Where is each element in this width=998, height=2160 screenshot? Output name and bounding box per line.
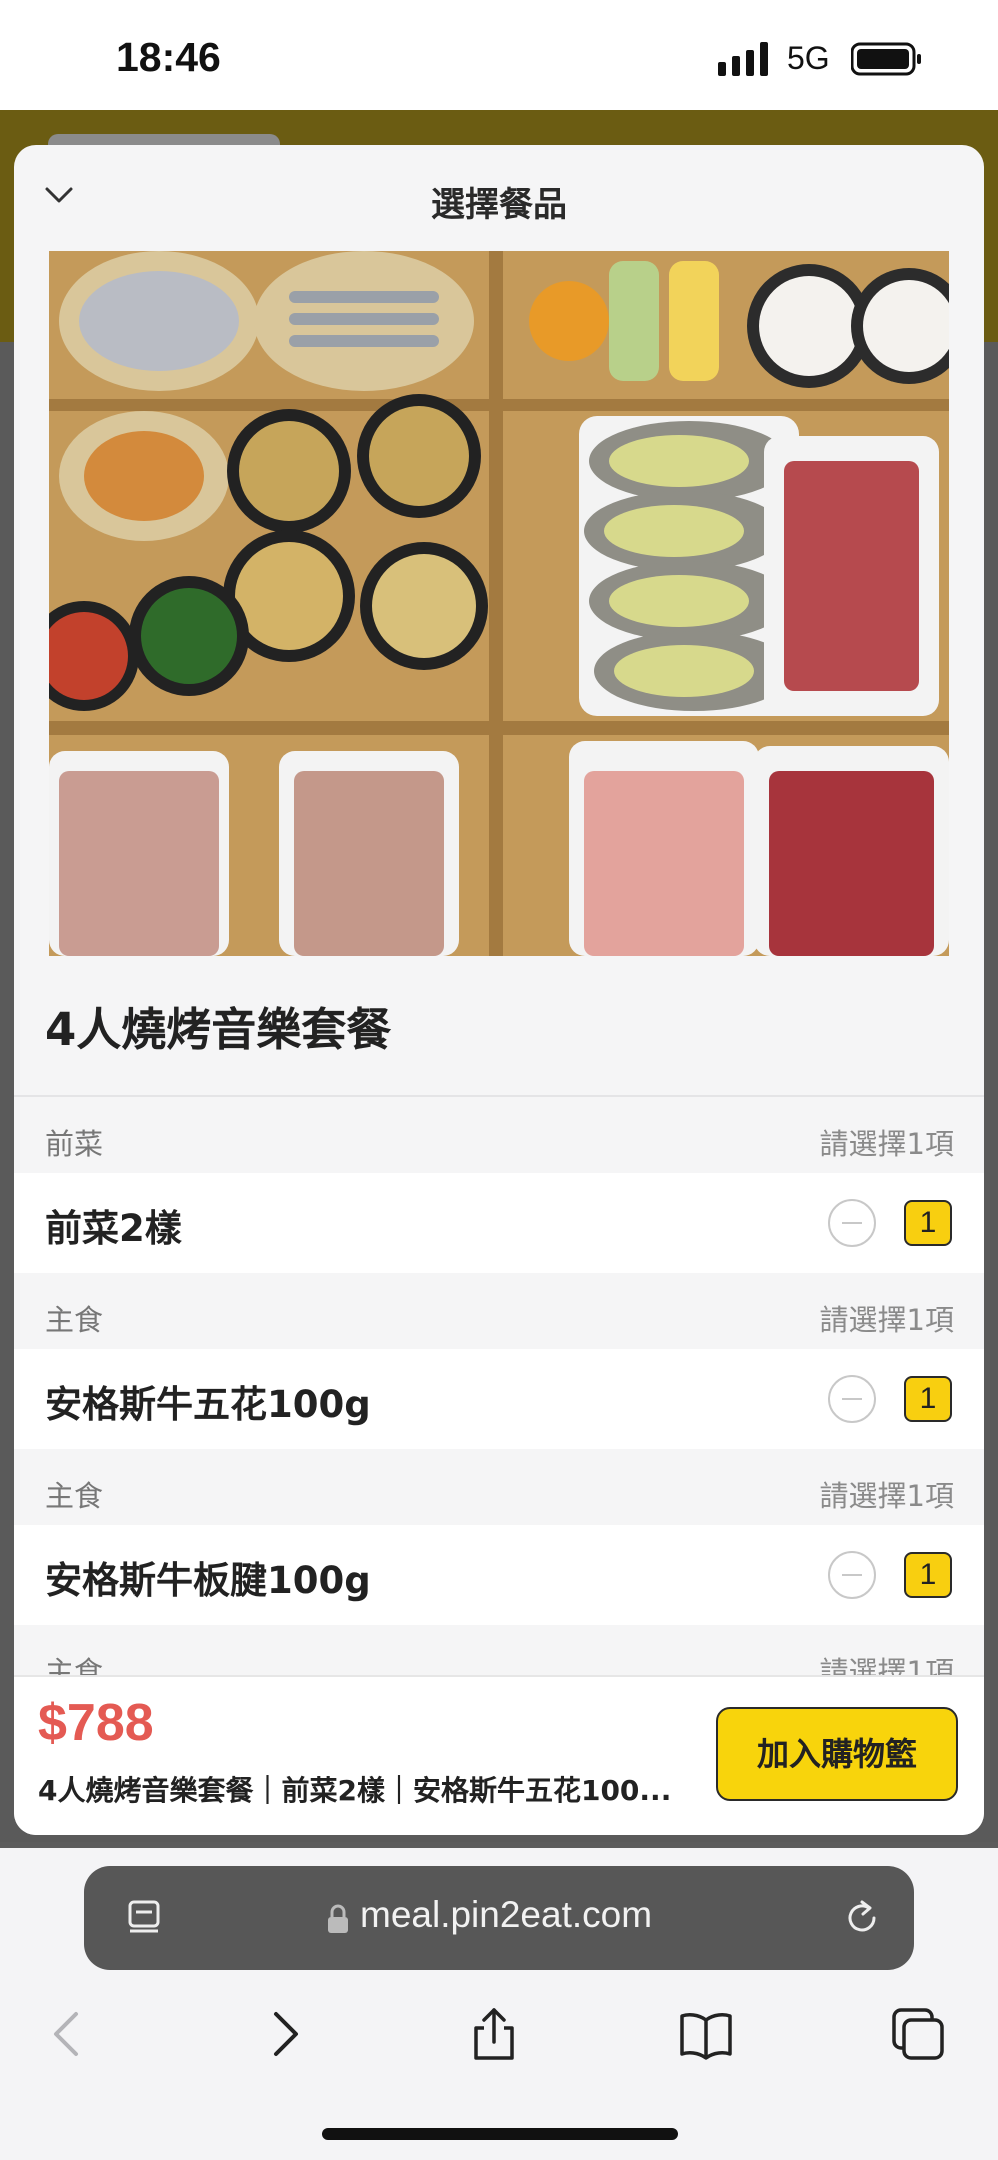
group-label: 主食 [45, 1303, 104, 1337]
quantity-badge: 1 [904, 1376, 952, 1422]
url-text: meal.pin2eat.com [360, 1894, 653, 1935]
signal-icon [718, 42, 768, 76]
home-indicator [322, 2128, 678, 2140]
sheet-footer: $788 4人燒烤音樂套餐｜前菜2樣｜安格斯牛五花100... 加入購物籃 [14, 1675, 984, 1835]
group-header-main-2: 主食 請選擇1項 [14, 1449, 984, 1525]
minus-icon[interactable] [828, 1199, 876, 1247]
group-requirement: 請選擇1項 [819, 1479, 954, 1513]
minus-icon[interactable] [828, 1375, 876, 1423]
meal-selection-sheet: 選擇餐品 4人燒烤音樂套餐 前菜 請選擇1項 前菜2樣 1 主食 請選擇1項 安… [14, 145, 984, 1835]
tabs-icon[interactable] [890, 2006, 946, 2062]
lock-icon [328, 1904, 348, 1933]
minus-icon[interactable] [828, 1551, 876, 1599]
reader-icon[interactable] [124, 1898, 164, 1938]
group-header-appetizer: 前菜 請選擇1項 [14, 1097, 984, 1173]
network-label: 5G [787, 40, 830, 76]
browser-toolbar: meal.pin2eat.com [0, 1848, 998, 2160]
quantity-badge: 1 [904, 1200, 952, 1246]
status-bar: 18:46 5G [0, 0, 998, 110]
reload-icon[interactable] [840, 1896, 884, 1940]
quantity-badge: 1 [904, 1552, 952, 1598]
share-icon[interactable] [466, 2006, 522, 2062]
group-header-main-1: 主食 請選擇1項 [14, 1273, 984, 1349]
total-price: $788 [38, 1694, 154, 1752]
set-meal-name: 4人燒烤音樂套餐 [45, 1003, 392, 1056]
bookmarks-icon[interactable] [678, 2006, 734, 2062]
group-requirement: 請選擇1項 [819, 1303, 954, 1337]
option-row-beef-flat-iron[interactable]: 安格斯牛板腱100g 1 [14, 1525, 984, 1625]
address-bar[interactable]: meal.pin2eat.com [84, 1866, 914, 1970]
status-time: 18:46 [116, 34, 221, 80]
battery-icon [851, 42, 921, 76]
set-meal-photo [49, 251, 949, 956]
option-name: 安格斯牛板腱100g [45, 1559, 371, 1602]
add-to-cart-button[interactable]: 加入購物籃 [716, 1707, 958, 1801]
option-name: 安格斯牛五花100g [45, 1383, 371, 1426]
option-name: 前菜2樣 [45, 1207, 182, 1250]
group-label: 主食 [45, 1479, 104, 1513]
option-row-appetizer[interactable]: 前菜2樣 1 [14, 1173, 984, 1273]
group-label: 前菜 [45, 1127, 104, 1161]
forward-icon[interactable] [256, 2006, 312, 2062]
option-row-beef-belly[interactable]: 安格斯牛五花100g 1 [14, 1349, 984, 1449]
sheet-header: 選擇餐品 [14, 145, 984, 245]
sheet-title: 選擇餐品 [431, 185, 567, 225]
selection-summary: 4人燒烤音樂套餐｜前菜2樣｜安格斯牛五花100... [38, 1774, 672, 1807]
back-icon[interactable] [40, 2006, 96, 2062]
group-requirement: 請選擇1項 [819, 1127, 954, 1161]
